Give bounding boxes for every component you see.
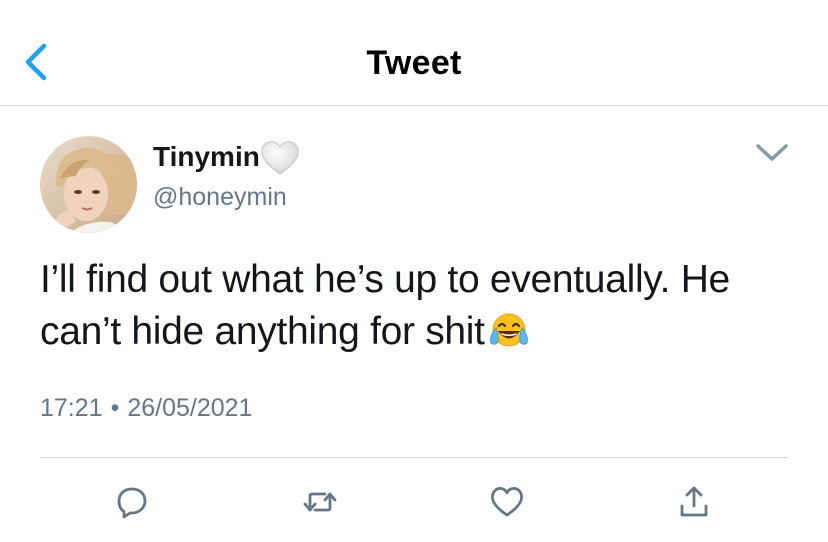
page-title: Tweet [366,44,462,82]
like-button[interactable] [489,484,525,520]
tweet-date: 26/05/2021 [127,394,253,422]
like-icon [491,487,523,517]
tweet-body: I’ll find out what he’s up to eventually… [40,254,810,358]
header-divider [0,105,828,106]
chevron-down-icon [756,144,788,161]
display-name[interactable]: Tinymin [153,141,260,173]
share-button[interactable] [676,484,712,520]
tweet-timestamp: 17:21 • 26/05/2021 [40,394,252,423]
actions-divider [40,457,788,458]
retweet-icon [303,492,337,512]
meta-separator: • [110,394,120,422]
navigation-bar: Tweet [0,0,828,106]
avatar[interactable] [40,136,137,233]
retweet-button[interactable] [302,484,338,520]
white-heart-icon [259,140,301,176]
face-with-tears-of-joy-icon [487,310,531,350]
share-icon [680,486,708,517]
more-options-button[interactable] [752,138,792,166]
reply-button[interactable] [114,484,150,520]
reply-icon [117,487,147,519]
tweet-text: I’ll find out what he’s up to eventually… [40,258,730,353]
user-handle[interactable]: @honeymin [153,183,287,212]
tweet-time: 17:21 [40,394,103,422]
avatar-image [40,136,137,233]
